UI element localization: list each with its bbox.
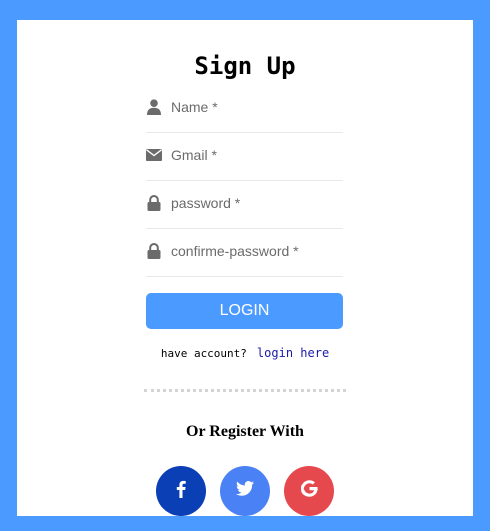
name-field-row — [146, 87, 343, 133]
lock-icon — [146, 195, 162, 211]
or-register-heading: Or Register With — [186, 423, 304, 440]
signup-card: Sign Up Name * Gmail * LOGIN have accoun… — [17, 20, 473, 516]
password-field-row — [146, 183, 343, 229]
twitter-icon — [236, 481, 254, 501]
user-icon — [146, 99, 162, 115]
google-icon — [300, 480, 318, 502]
account-prompt-text: have account? — [160, 347, 247, 360]
lock-icon — [146, 243, 162, 259]
login-button[interactable]: LOGIN — [146, 293, 343, 329]
confirm-password-field-row — [146, 231, 343, 277]
name-input[interactable] — [171, 95, 341, 119]
confirm-password-input[interactable] — [171, 239, 341, 263]
password-input[interactable] — [171, 191, 341, 215]
divider — [144, 389, 346, 392]
facebook-icon — [176, 480, 186, 503]
twitter-button[interactable] — [220, 466, 270, 516]
envelope-icon — [146, 147, 162, 163]
login-here-link[interactable]: login here — [257, 346, 329, 360]
google-button[interactable] — [284, 466, 334, 516]
account-prompt-line: have account? login here — [17, 345, 473, 362]
facebook-button[interactable] — [156, 466, 206, 516]
gmail-input[interactable] — [171, 143, 341, 167]
gmail-field-row — [146, 135, 343, 181]
page-title: Sign Up — [194, 52, 296, 80]
